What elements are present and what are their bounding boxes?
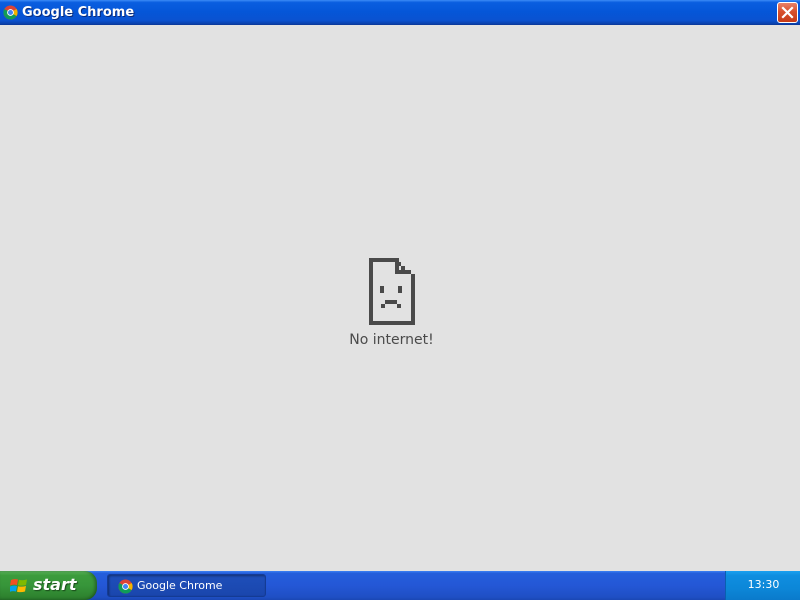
taskbar-item-chrome[interactable]: Google Chrome <box>107 574 266 597</box>
sad-document-icon <box>369 258 415 325</box>
close-button[interactable] <box>777 2 798 23</box>
taskbar: start Google Chrome 13:30 <box>0 571 800 600</box>
start-button[interactable]: start <box>0 571 97 600</box>
start-label: start <box>33 575 77 594</box>
chrome-icon <box>118 579 133 594</box>
windows-logo-icon <box>10 579 27 593</box>
taskbar-item-label: Google Chrome <box>137 579 223 592</box>
error-message: No internet! <box>349 332 434 348</box>
clock[interactable]: 13:30 <box>726 578 800 592</box>
browser-window: Google Chrome No internet! <box>0 0 800 571</box>
window-title: Google Chrome <box>22 5 135 20</box>
system-tray: 13:30 <box>725 571 800 600</box>
chrome-icon <box>3 5 18 20</box>
title-bar[interactable]: Google Chrome <box>0 0 800 25</box>
close-icon <box>781 6 794 19</box>
page-content: No internet! <box>0 25 800 571</box>
